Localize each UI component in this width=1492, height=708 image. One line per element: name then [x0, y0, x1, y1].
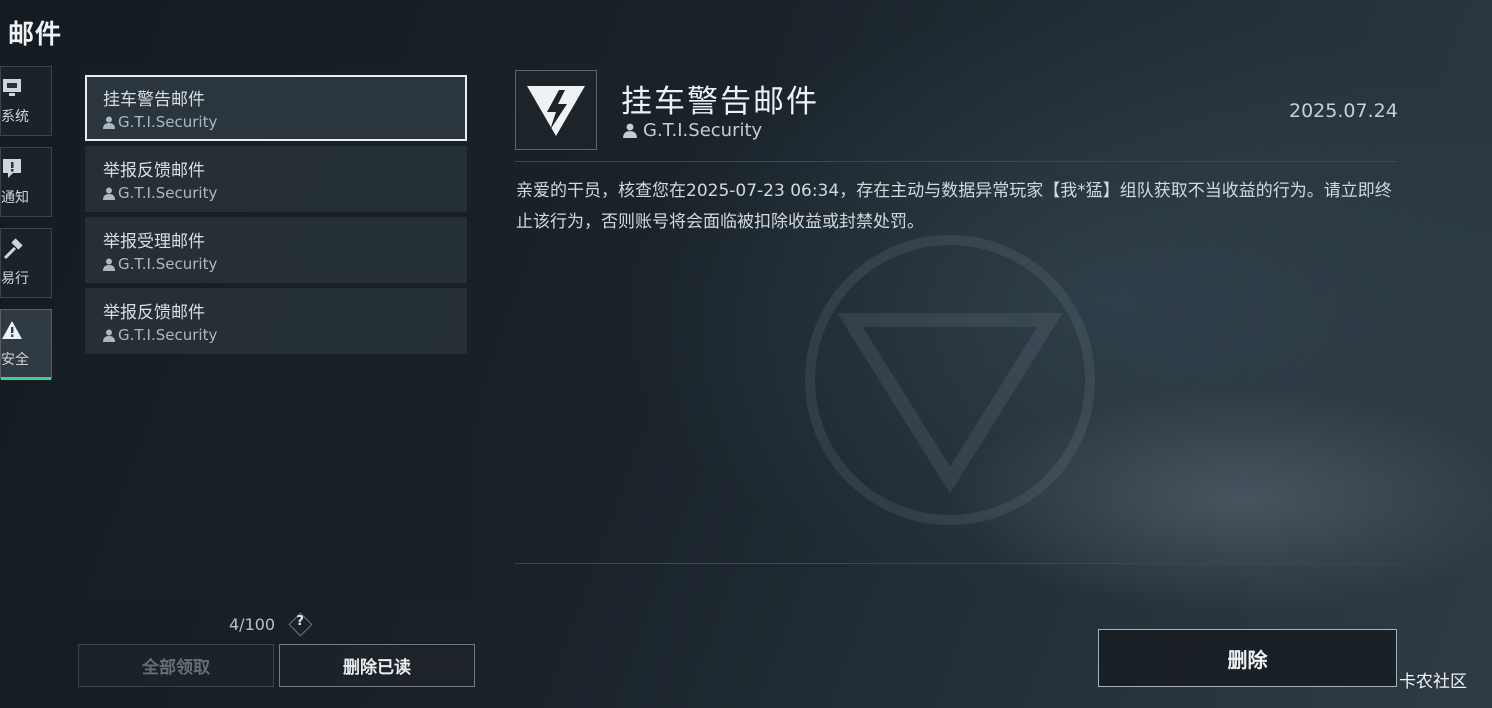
mail-subject: 挂车警告邮件: [103, 90, 205, 110]
person-icon: [103, 329, 115, 342]
mail-detail-sender: G.T.I.Security: [623, 120, 762, 141]
person-icon: [623, 123, 637, 138]
mail-detail-title: 挂车警告邮件: [621, 84, 819, 120]
mail-list-item[interactable]: 挂车警告邮件 G.T.I.Security: [85, 75, 467, 141]
rail-item-security[interactable]: 安全: [0, 309, 52, 380]
category-rail: 系统 通知 易行 安全: [0, 66, 54, 390]
rail-item-label: 通知: [1, 190, 29, 206]
rail-item-label: 系统: [1, 109, 29, 125]
mail-count-text: 4/100: [229, 614, 276, 634]
divider: [515, 563, 1397, 564]
delete-read-button[interactable]: 删除已读: [279, 644, 475, 687]
mail-sender: G.T.I.Security: [103, 184, 467, 202]
rail-item-system[interactable]: 系统: [0, 66, 52, 136]
mail-subject: 举报反馈邮件: [103, 161, 205, 181]
mail-sender: G.T.I.Security: [103, 255, 467, 273]
mail-detail-body: 亲爱的干员，核查您在2025-07-23 06:34，存在主动与数据异常玩家【我…: [516, 181, 1392, 232]
sender-logo: [515, 70, 597, 150]
person-icon: [103, 187, 115, 200]
emblem-watermark-icon: [805, 235, 1095, 525]
rail-item-label: 易行: [1, 271, 29, 287]
mail-sender-name: G.T.I.Security: [118, 113, 218, 131]
mail-sender: G.T.I.Security: [103, 326, 467, 344]
hammer-icon: [3, 238, 23, 260]
delete-button[interactable]: 删除: [1098, 629, 1397, 687]
mail-sender-name: G.T.I.Security: [118, 255, 218, 273]
rail-item-notice[interactable]: 通知: [0, 147, 52, 217]
person-icon: [103, 258, 115, 271]
rail-item-trade[interactable]: 易行: [0, 228, 52, 298]
help-icon[interactable]: ?: [289, 613, 311, 635]
mail-sender-name: G.T.I.Security: [118, 326, 218, 344]
mail-list-item[interactable]: 举报受理邮件 G.T.I.Security: [85, 217, 467, 283]
warning-icon: [2, 321, 22, 339]
divider: [515, 161, 1397, 162]
claim-all-button[interactable]: 全部领取: [78, 644, 274, 687]
mail-subject: 举报反馈邮件: [103, 303, 205, 323]
mail-detail-sender-name: G.T.I.Security: [643, 120, 763, 141]
mail-detail-date: 2025.07.24: [1289, 100, 1398, 122]
monitor-icon: [3, 79, 21, 96]
mail-list-item[interactable]: 举报反馈邮件 G.T.I.Security: [85, 146, 467, 212]
rail-item-label: 安全: [1, 352, 29, 368]
lightning-shield-icon: [527, 86, 585, 136]
mail-list-item[interactable]: 举报反馈邮件 G.T.I.Security: [85, 288, 467, 354]
notification-icon: [3, 159, 21, 178]
mail-sender-name: G.T.I.Security: [118, 184, 218, 202]
person-icon: [103, 116, 115, 129]
mail-subject: 举报受理邮件: [103, 232, 205, 252]
mail-count: 4/100 ?: [229, 613, 311, 635]
mail-list: 挂车警告邮件 G.T.I.Security 举报反馈邮件 G.T.I.Secur…: [80, 70, 476, 600]
watermark-text: 卡农社区: [1399, 672, 1467, 692]
page-title: 邮件: [8, 20, 63, 50]
mail-sender: G.T.I.Security: [103, 113, 465, 131]
